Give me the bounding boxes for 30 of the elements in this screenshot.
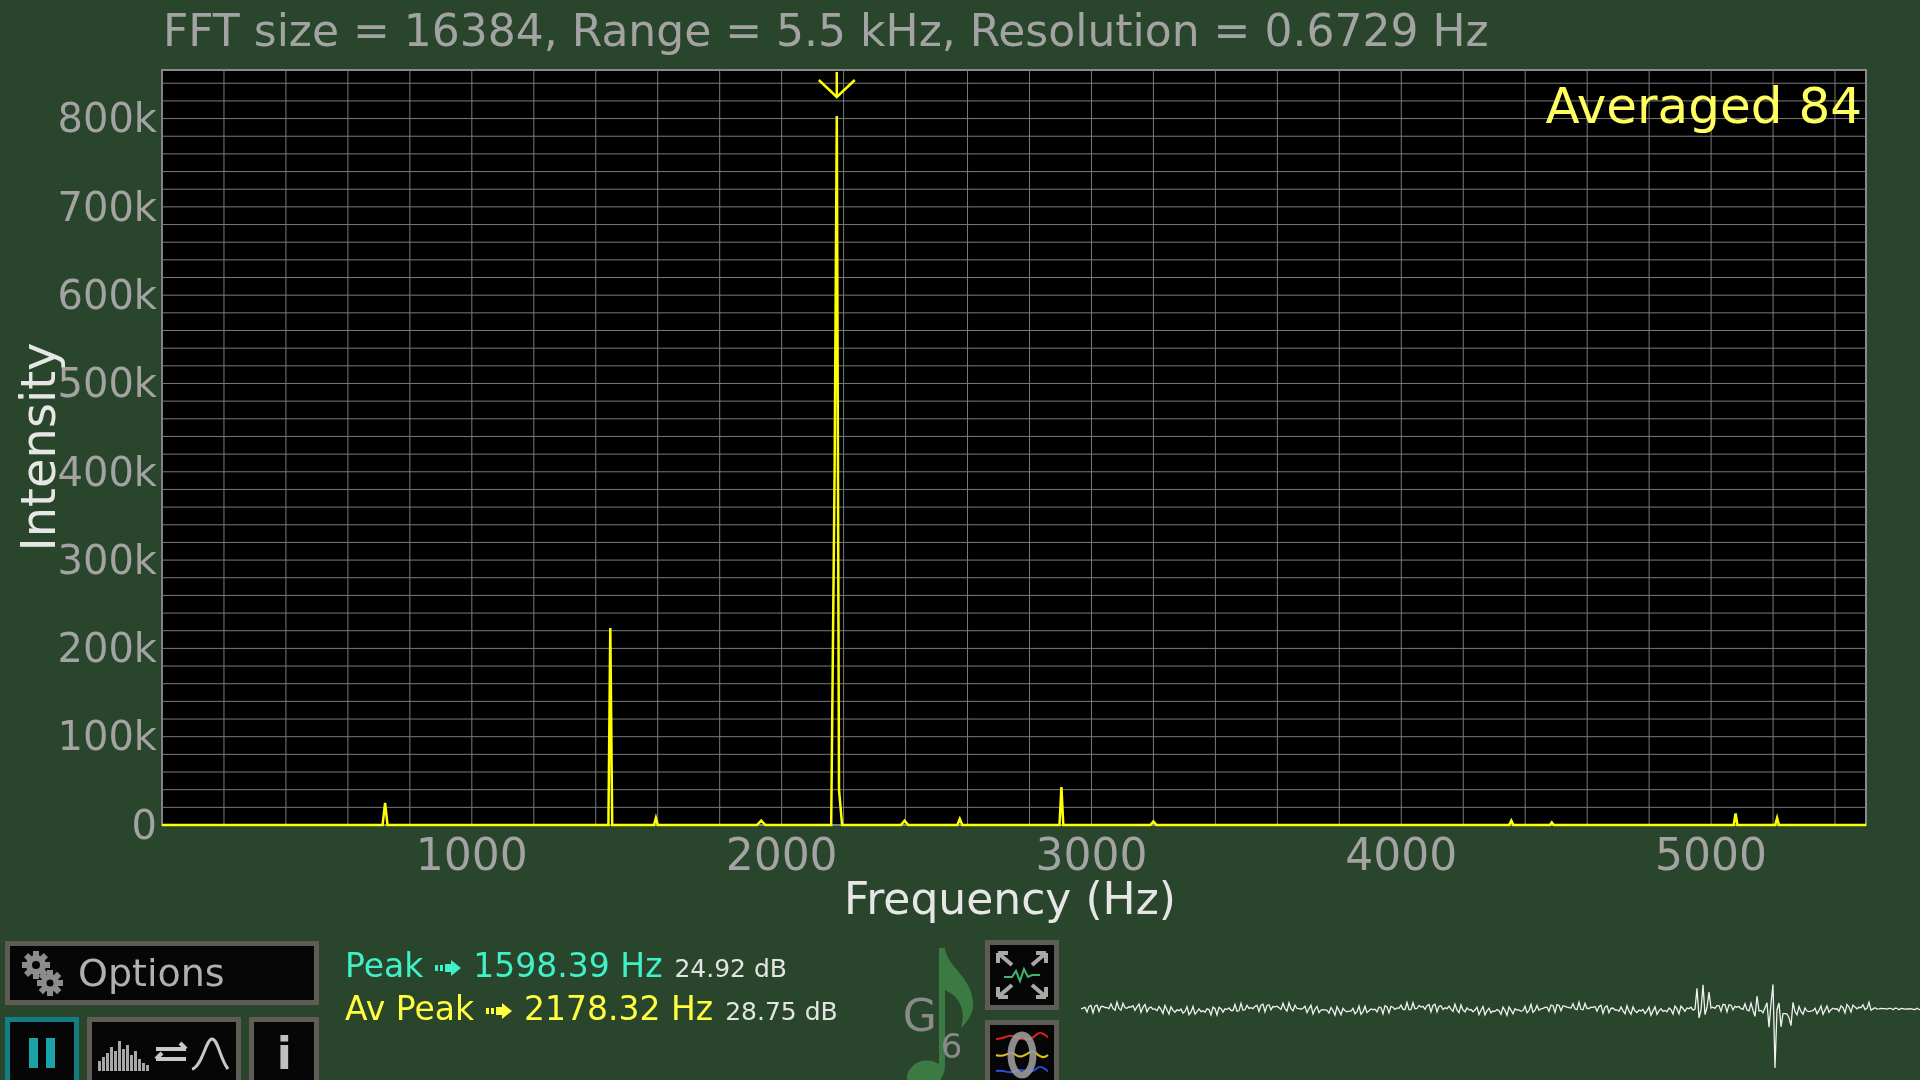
y-tick-label: 800k [57, 95, 157, 142]
peak-level: 24.92 dB [674, 953, 787, 985]
note-name: G [902, 990, 937, 1041]
y-tick-label: 0 [131, 801, 157, 848]
autoscale-button[interactable] [984, 940, 1059, 1010]
y-tick-label: 700k [57, 183, 157, 230]
info-button[interactable]: i [249, 1017, 319, 1080]
fft-settings-title: FFT size = 16384, Range = 5.5 kHz, Resolution = 0.6729 Hz [163, 9, 1489, 53]
pause-button[interactable] [5, 1017, 79, 1080]
arrow-icon [486, 1002, 513, 1019]
y-tick-label: 600k [57, 272, 157, 318]
x-tick-label: 5000 [1655, 829, 1768, 880]
view-toggle-button[interactable] [86, 1017, 242, 1080]
gears-icon [20, 949, 64, 997]
peak-label: Av Peak [345, 989, 475, 1029]
y-tick-label: 100k [57, 713, 157, 760]
y-tick-label: 200k [57, 625, 157, 672]
x-tick-label: 1000 [415, 829, 528, 880]
arrow-icon [435, 959, 462, 976]
averaged-count: Averaged 84 [1545, 77, 1862, 135]
note-octave: 6 [940, 1026, 963, 1066]
x-tick-label: 2000 [725, 829, 838, 880]
zero-button[interactable] [984, 1020, 1059, 1080]
pause-icon [26, 1036, 57, 1070]
options-button[interactable]: Options [5, 941, 319, 1005]
x-tick-label: 4000 [1345, 829, 1458, 880]
peak-frequency: 2178.32 Hz [524, 989, 714, 1029]
peak-level: 28.75 dB [725, 996, 838, 1028]
peak-frequency: 1598.39 Hz [473, 946, 663, 986]
peak-label: Peak [345, 946, 424, 986]
